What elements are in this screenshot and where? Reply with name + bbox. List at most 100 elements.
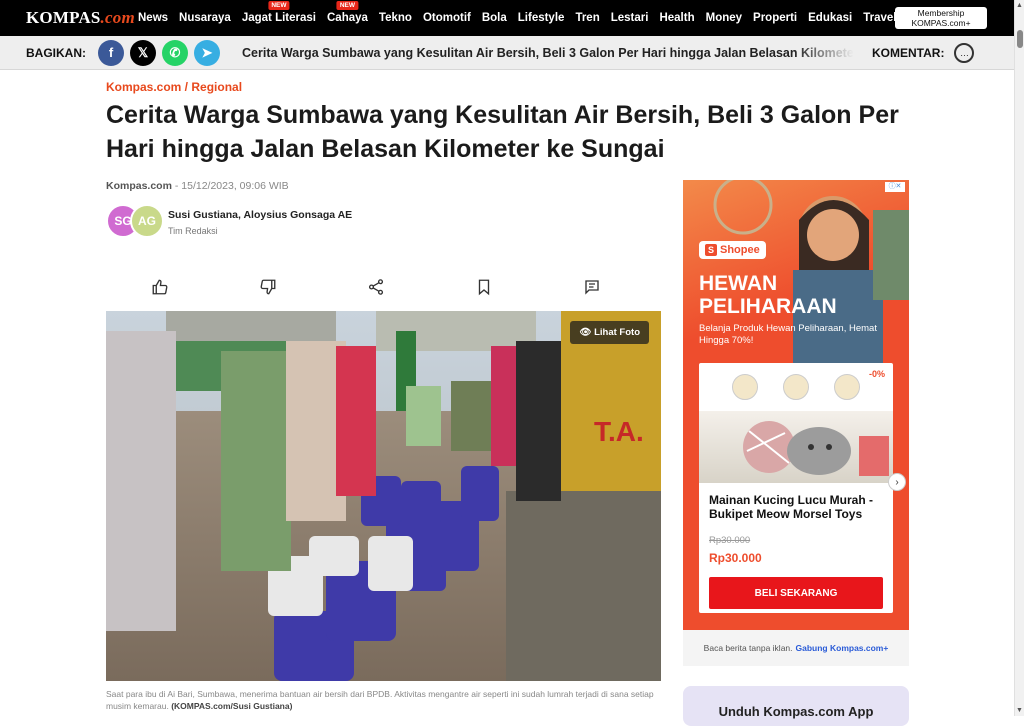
ad-feature-icons xyxy=(699,363,893,411)
author-avatars: SG AG xyxy=(106,204,166,240)
main-nav: News Nusaraya Jagat Literasi NEW Cahaya NEW Te… xyxy=(138,0,907,36)
feature-icon xyxy=(834,374,861,400)
like-icon[interactable] xyxy=(106,276,214,298)
nav-item-bola[interactable]: Bola xyxy=(482,12,507,24)
nav-item-label: Jagat Literasi xyxy=(241,12,316,24)
nav-item-money[interactable]: Money xyxy=(706,12,742,24)
product-name[interactable]: Mainan Kucing Lucu Murah - Bukipet Meow … xyxy=(699,483,893,521)
share-label: BAGIKAN: xyxy=(26,45,86,60)
no-ads-text: Baca berita tanpa iklan. xyxy=(703,643,793,653)
nav-item-label: Nusaraya xyxy=(179,12,231,24)
x-icon[interactable]: 𝕏 xyxy=(130,39,156,66)
feature-icon xyxy=(731,374,758,400)
new-badge: NEW xyxy=(268,1,290,10)
nav-item-label: News xyxy=(138,12,169,24)
shopee-ad[interactable]: ⓘ✕ S Shopee HEWAN PELIHARAAN Belanja Produ… xyxy=(683,180,909,630)
scroll-up-icon[interactable]: ▲ xyxy=(1016,2,1023,9)
nav-item-properti[interactable]: Properti xyxy=(753,12,797,24)
feature-icon xyxy=(782,374,809,400)
eye-icon: 👁 xyxy=(579,327,592,338)
nav-item-label: Tren xyxy=(575,12,600,24)
nav-item-label: Travel xyxy=(863,12,897,24)
scroll-down-icon[interactable]: ▼ xyxy=(1016,707,1023,714)
nav-item-otomotif[interactable]: Otomotif xyxy=(423,12,471,24)
shopee-logo: S Shopee xyxy=(699,241,766,259)
nav-item-lestari[interactable]: Lestari xyxy=(611,12,649,24)
article-date: - 15/12/2023, 09:06 WIB xyxy=(171,180,289,192)
bookmark-icon[interactable] xyxy=(430,276,538,298)
nav-item-edukasi[interactable]: Edukasi xyxy=(808,12,852,24)
avatar[interactable]: AG xyxy=(130,204,164,238)
ad-product-card[interactable]: -0% Mainan Kucing Lucu Murah - Bukipet M… xyxy=(699,363,893,613)
nav-item-label: Cahaya xyxy=(327,12,368,24)
nav-item-jagat-literasi[interactable]: Jagat Literasi NEW xyxy=(241,1,316,24)
telegram-icon[interactable]: ➤ xyxy=(194,39,220,66)
new-badge: NEW xyxy=(336,1,359,10)
article-actions xyxy=(106,276,661,298)
nav-item-health[interactable]: Health xyxy=(659,12,694,24)
discount-badge: -0% xyxy=(868,369,885,379)
article-photo-illustration: T.A. xyxy=(106,311,661,681)
comment-icon[interactable]: … xyxy=(954,42,975,63)
buy-now-button[interactable]: BELI SEKARANG xyxy=(709,577,883,609)
chevron-right-icon[interactable]: › xyxy=(888,473,906,491)
lihat-foto-button[interactable]: 👁 Lihat Foto xyxy=(570,321,649,344)
membership-button[interactable]: Membership KOMPAS.com+ xyxy=(895,7,987,29)
kompas-logo[interactable]: KOMPAS.com xyxy=(26,8,138,28)
nav-item-label: Lifestyle xyxy=(517,12,565,24)
nav-item-tren[interactable]: Tren xyxy=(575,12,599,24)
photo-caption: Saat para ibu di Ai Bari, Sumbawa, mener… xyxy=(106,688,666,712)
whatsapp-icon[interactable]: ✆ xyxy=(162,39,188,66)
top-navbar: KOMPAS.com News Nusaraya Jagat Literasi NEW… xyxy=(0,0,1014,36)
nav-item-label: Bola xyxy=(481,12,507,24)
ad-subtitle: Belanja Produk Hewan Peliharaan, Hemat H… xyxy=(699,323,877,346)
nav-item-tekno[interactable]: Tekno xyxy=(379,12,412,24)
komentar-label: KOMENTAR: xyxy=(872,45,945,60)
article-source: Kompas.com xyxy=(106,180,172,192)
nav-item-label: Properti xyxy=(753,12,798,24)
nav-item-label: Health xyxy=(659,12,695,24)
article-photo[interactable]: T.A. 👁 Lihat Foto xyxy=(106,311,661,681)
nav-item-label: Lestari xyxy=(610,12,649,24)
scroll-thumb[interactable] xyxy=(1017,30,1023,48)
nav-item-news[interactable]: News xyxy=(138,12,168,24)
dislike-icon[interactable] xyxy=(214,276,322,298)
ad-title-line: HEWAN xyxy=(699,272,778,295)
article-title: Cerita Warga Sumbawa yang Kesulitan Air … xyxy=(106,101,899,163)
shopee-bag-icon: S xyxy=(705,244,717,256)
headline-ticker: Cerita Warga Sumbawa yang Kesulitan Air … xyxy=(242,45,854,60)
nav-item-cahaya[interactable]: Cahaya NEW xyxy=(327,1,368,24)
breadcrumb[interactable]: Kompas.com / Regional xyxy=(106,80,242,94)
truck-text: T.A. xyxy=(594,416,644,447)
nav-item-label: Edukasi xyxy=(808,12,853,24)
lihat-foto-label: Lihat Foto xyxy=(594,327,640,338)
ad-title: HEWAN PELIHARAAN xyxy=(699,272,837,318)
shopee-brand: Shopee xyxy=(720,244,760,256)
cat-toy-illustration xyxy=(743,421,889,476)
no-ads-banner: Baca berita tanpa iklan. Gabung Kompas.co… xyxy=(683,630,909,666)
page-scrollbar[interactable]: ▲ ▼ xyxy=(1014,0,1024,716)
article-meta: Kompas.com - 15/12/2023, 09:06 WIB xyxy=(106,180,289,192)
join-kompas-plus-link[interactable]: Gabung Kompas.com+ xyxy=(796,643,889,653)
facebook-icon[interactable]: f xyxy=(98,39,124,66)
author-names[interactable]: Susi Gustiana, Aloysius Gonsaga AE xyxy=(168,209,352,221)
ad-title-line: PELIHARAAN xyxy=(699,295,837,318)
caption-credit: (KOMPAS.com/Susi Gustiana) xyxy=(171,701,293,711)
nav-item-nusaraya[interactable]: Nusaraya xyxy=(179,12,231,24)
product-image xyxy=(699,411,893,483)
new-price: Rp30.000 xyxy=(709,551,762,565)
nav-item-lifestyle[interactable]: Lifestyle xyxy=(518,12,565,24)
nav-item-travel[interactable]: Travel xyxy=(863,12,896,24)
nav-item-label: Otomotif xyxy=(422,12,471,24)
share-bar: BAGIKAN: f 𝕏 ✆ ➤ Cerita Warga Sumbawa ya… xyxy=(0,36,1014,70)
membership-brand: KOMPAS.com+ xyxy=(911,18,971,28)
ad-info-icon[interactable]: ⓘ✕ xyxy=(885,182,905,192)
app-download-banner[interactable]: Unduh Kompas.com App xyxy=(683,686,909,726)
nav-item-label: Tekno xyxy=(378,12,412,24)
comment-icon[interactable] xyxy=(538,276,646,298)
author-team: Tim Redaksi xyxy=(168,226,218,236)
membership-label: Membership xyxy=(917,8,965,18)
nav-item-label: Money xyxy=(705,12,743,24)
share-icon[interactable] xyxy=(322,276,430,298)
old-price: Rp30.000 xyxy=(709,535,751,546)
